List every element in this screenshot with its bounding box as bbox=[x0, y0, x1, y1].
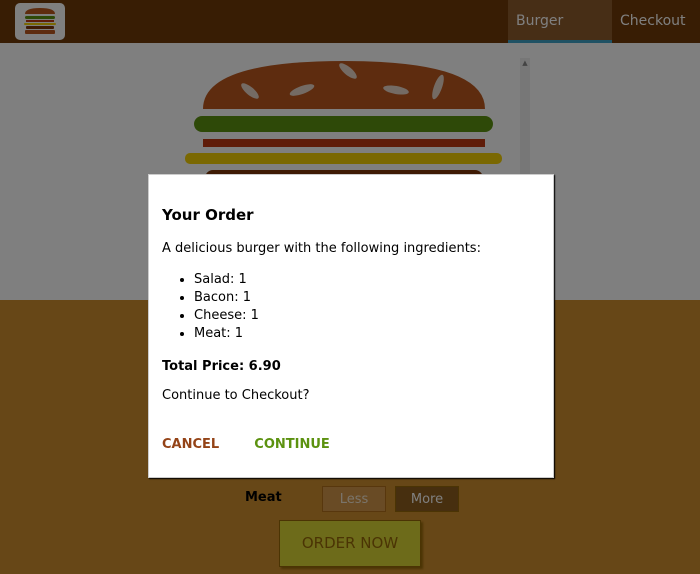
ingredient-item-salad: Salad: 1 bbox=[194, 271, 540, 289]
order-summary-modal: Your Order A delicious burger with the f… bbox=[148, 174, 554, 478]
total-price: Total Price: 6.90 bbox=[162, 359, 281, 374]
ingredient-item-bacon: Bacon: 1 bbox=[194, 289, 540, 307]
cancel-button[interactable]: CANCEL bbox=[162, 437, 219, 452]
ingredient-list: Salad: 1 Bacon: 1 Cheese: 1 Meat: 1 bbox=[162, 271, 540, 343]
continue-button[interactable]: CONTINUE bbox=[254, 437, 330, 452]
continue-question: Continue to Checkout? bbox=[162, 388, 310, 403]
modal-intro: A delicious burger with the following in… bbox=[162, 241, 481, 256]
ingredient-item-meat: Meat: 1 bbox=[194, 325, 540, 343]
ingredient-item-cheese: Cheese: 1 bbox=[194, 307, 540, 325]
modal-title: Your Order bbox=[162, 206, 254, 224]
modal-buttons: CANCEL CONTINUE bbox=[162, 433, 540, 452]
